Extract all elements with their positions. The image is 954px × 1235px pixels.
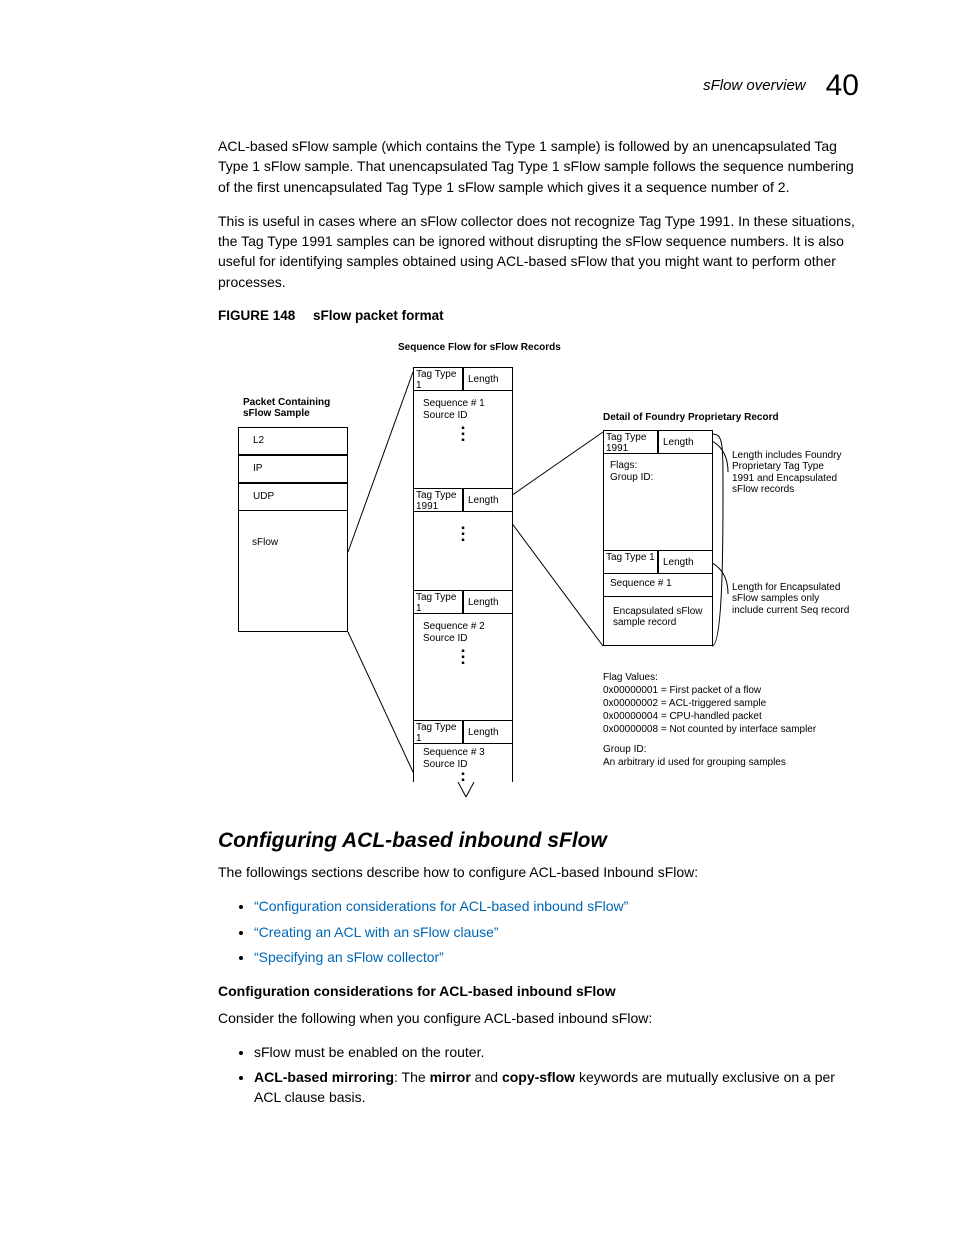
- seq-r4-seq: Sequence # 3: [423, 747, 485, 759]
- seq-r1-seq: Sequence # 1: [423, 398, 485, 410]
- seq-r3-seq: Sequence # 2: [423, 621, 485, 633]
- detail-title: Detail of Foundry Proprietary Record: [603, 412, 779, 424]
- section-heading: Configuring ACL-based inbound sFlow: [218, 826, 859, 856]
- seq-r1-tag: Tag Type 1: [413, 367, 463, 391]
- dots: ▪▪▪: [458, 526, 468, 544]
- seq-flow-title: Sequence Flow for sFlow Records: [398, 342, 561, 354]
- bold-keyword: mirror: [430, 1069, 471, 1085]
- packet-udp: UDP: [238, 483, 348, 511]
- text: and: [471, 1069, 502, 1085]
- seq-r1-len: Length: [463, 367, 513, 391]
- dots: ▪▪▪: [458, 649, 468, 667]
- dots: ▪▪: [458, 772, 468, 784]
- text: : The: [394, 1069, 430, 1085]
- det-seq1: Sequence # 1: [610, 578, 672, 590]
- page-number: 40: [826, 64, 859, 108]
- packet-l2: L2: [238, 427, 348, 455]
- packet-ip: IP: [238, 455, 348, 483]
- note-length-encap: Length for Encapsulated sFlow samples on…: [732, 582, 852, 617]
- flag-value: 0x00000002 = ACL-triggered sample: [603, 698, 766, 710]
- det-flags: Flags:: [610, 460, 637, 472]
- subsection-intro: Consider the following when you configur…: [218, 1008, 859, 1028]
- flag-value: 0x00000008 = Not counted by interface sa…: [603, 724, 816, 736]
- dots: ▪▪▪: [458, 426, 468, 444]
- seq-r3-tag: Tag Type 1: [413, 590, 463, 614]
- packet-title: Packet Containing sFlow Sample: [243, 397, 353, 420]
- det-r2-tag: Tag Type 1: [603, 550, 658, 574]
- running-header: sFlow overview 40: [703, 64, 859, 108]
- bold-term: ACL-based mirroring: [254, 1069, 394, 1085]
- bullet-list: sFlow must be enabled on the router. ACL…: [218, 1042, 859, 1108]
- note-length-includes: Length includes Foundry Proprietary Tag …: [732, 450, 842, 496]
- det-r1-len: Length: [658, 430, 713, 454]
- seq-r4-len: Length: [463, 720, 513, 744]
- det-groupid: Group ID:: [610, 472, 653, 484]
- packet-sflow-box: [238, 511, 348, 632]
- subsection-heading: Configuration considerations for ACL-bas…: [218, 981, 859, 1001]
- packet-sflow: sFlow: [252, 537, 278, 549]
- flag-value: 0x00000001 = First packet of a flow: [603, 685, 761, 697]
- figure-label: FIGURE 148: [218, 308, 295, 323]
- list-item: sFlow must be enabled on the router.: [254, 1042, 859, 1062]
- seq-r3-src: Source ID: [423, 633, 467, 645]
- bold-keyword: copy-sflow: [502, 1069, 575, 1085]
- list-item: “Creating an ACL with an sFlow clause”: [254, 922, 859, 942]
- figure-caption: FIGURE 148 sFlow packet format: [218, 306, 859, 326]
- xref-link[interactable]: “Specifying an sFlow collector”: [254, 949, 444, 965]
- seq-r3-len: Length: [463, 590, 513, 614]
- det-r2-len: Length: [658, 550, 713, 574]
- list-item: ACL-based mirroring: The mirror and copy…: [254, 1067, 859, 1108]
- list-item: “Specifying an sFlow collector”: [254, 947, 859, 967]
- section-intro: The followings sections describe how to …: [218, 862, 859, 882]
- xref-link[interactable]: “Creating an ACL with an sFlow clause”: [254, 924, 499, 940]
- seq-r4-tag: Tag Type 1: [413, 720, 463, 744]
- xref-link[interactable]: “Configuration considerations for ACL-ba…: [254, 898, 628, 914]
- seq-r2-len: Length: [463, 488, 513, 512]
- flag-values-header: Flag Values:: [603, 672, 658, 684]
- group-id-text: An arbitrary id used for grouping sample…: [603, 757, 786, 769]
- section-title: sFlow overview: [703, 75, 806, 97]
- det-encap: Encapsulated sFlow sample record: [613, 606, 708, 629]
- seq-r1-src: Source ID: [423, 410, 467, 422]
- group-id-header: Group ID:: [603, 744, 646, 756]
- paragraph: ACL-based sFlow sample (which contains t…: [218, 136, 859, 197]
- det-r1-tag: Tag Type 1991: [603, 430, 658, 454]
- list-item: “Configuration considerations for ACL-ba…: [254, 896, 859, 916]
- link-list: “Configuration considerations for ACL-ba…: [218, 896, 859, 967]
- figure-diagram: Sequence Flow for sFlow Records Packet C…: [218, 342, 858, 802]
- seq-r2-tag: Tag Type 1991: [413, 488, 463, 512]
- flag-value: 0x00000004 = CPU-handled packet: [603, 711, 762, 723]
- paragraph: This is useful in cases where an sFlow c…: [218, 211, 859, 292]
- figure-title: sFlow packet format: [313, 308, 444, 323]
